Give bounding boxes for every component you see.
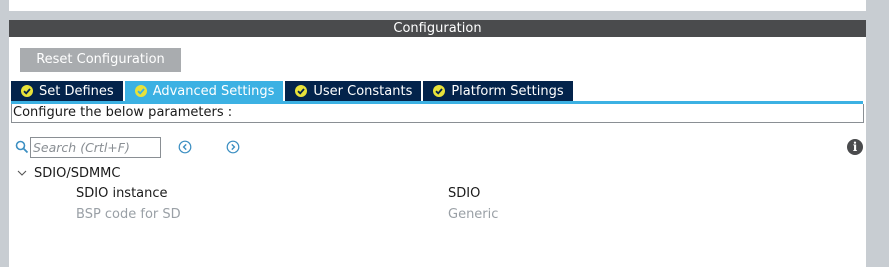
param-name: BSP code for SD [76,207,181,222]
check-icon [433,85,446,97]
search-icon [15,140,29,154]
configuration-panel: Configuration Reset Configuration Set De… [9,20,866,267]
search-input[interactable] [30,136,161,158]
tab-label: Platform Settings [451,83,564,99]
param-name: SDIO instance [76,186,168,201]
tab-label: User Constants [313,83,413,99]
parameters-description: Configure the below parameters : [11,104,864,123]
panel-title: Configuration [9,20,866,37]
info-icon[interactable]: i [847,139,863,155]
search-bar [15,136,240,158]
param-value: SDIO [448,186,481,201]
tab-user-constants[interactable]: User Constants [285,81,422,101]
tree-group-sdio[interactable]: SDIO/SDMMC [17,163,857,183]
check-icon [21,85,33,97]
tab-advanced-settings[interactable]: Advanced Settings [124,81,284,101]
tab-set-defines[interactable]: Set Defines [11,81,123,101]
group-label: SDIO/SDMMC [34,165,121,181]
previous-match-icon[interactable] [178,140,192,154]
top-panel [9,0,866,11]
tree-row-sdio-instance[interactable]: SDIO instance SDIO [17,183,857,204]
tab-label: Set Defines [39,83,114,99]
chevron-down-icon [17,170,27,176]
check-icon [295,85,308,97]
parameter-tree: SDIO/SDMMC SDIO instance SDIO BSP code f… [17,163,857,225]
tab-label: Advanced Settings [152,83,275,99]
next-match-icon[interactable] [226,140,240,154]
panel-gap [0,11,889,20]
tab-bar: Set Defines Advanced Settings User Const… [11,81,575,101]
reset-configuration-button[interactable]: Reset Configuration [20,48,181,72]
check-icon [134,85,147,97]
tree-row-bsp-code: BSP code for SD Generic [17,204,857,225]
tab-platform-settings[interactable]: Platform Settings [423,81,573,101]
param-value: Generic [448,207,499,222]
